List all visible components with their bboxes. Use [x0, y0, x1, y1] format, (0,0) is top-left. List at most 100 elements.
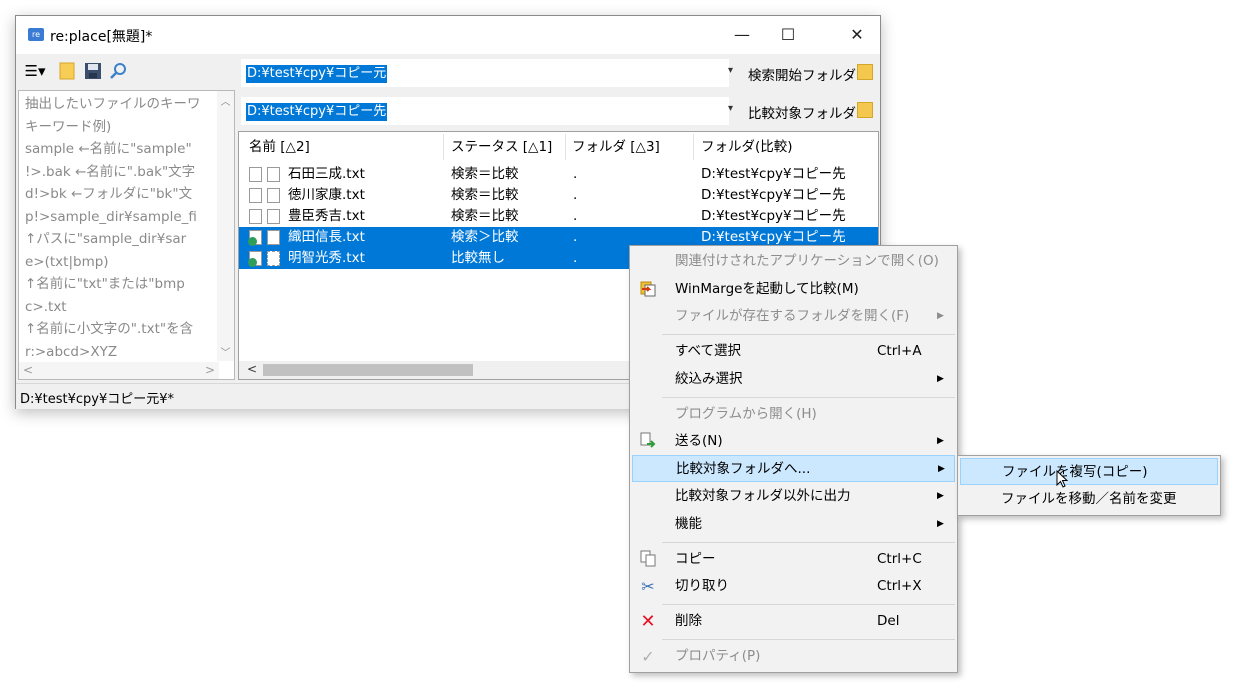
keyword-hint-box[interactable]: 抽出したいファイルのキーワ キーワード例) sample ←名前に"sample… [18, 90, 235, 380]
menu-item-output-elsewhere[interactable]: 比較対象フォルダ以外に出力 ▶ [632, 483, 955, 510]
scroll-up-icon[interactable]: ︿ [217, 93, 234, 108]
submenu-arrow-icon: ▶ [937, 519, 944, 529]
search-path-combobox[interactable]: D:¥test¥cpy¥コピー元 [240, 58, 730, 88]
menu-item-move-rename-file[interactable]: ファイルを移動／名前を変更 [960, 486, 1218, 513]
column-header-status[interactable]: ステータス [△1] [451, 132, 552, 162]
menu-item-label: コピー [675, 551, 716, 567]
hint-line: !>.bak ←名前に".bak"文字 [25, 163, 196, 180]
file-status: 比較無し [451, 250, 505, 266]
menu-item-label: ファイルを移動／名前を変更 [1001, 491, 1177, 507]
menu-icon[interactable]: ☰▾ [22, 62, 48, 80]
hint-horizontal-scrollbar[interactable]: < > [19, 362, 219, 379]
menu-item-send-to[interactable]: 送る(N) ▶ [632, 428, 955, 455]
context-menu: 関連付けされたアプリケーションで開く(O) WinMargeを起動して比較(M)… [629, 245, 958, 673]
hint-line: e>(txt|bmp) [25, 253, 109, 270]
compare-path-combobox[interactable]: D:¥test¥cpy¥コピー先 [240, 96, 730, 126]
menu-item-shortcut: Ctrl+C [877, 551, 922, 567]
folder-icon[interactable] [857, 64, 873, 80]
search-icon[interactable] [109, 62, 127, 80]
compare-folder-button[interactable]: 比較対象フォルダ [748, 102, 856, 122]
column-separator[interactable] [693, 134, 694, 160]
file-check-icon [248, 230, 262, 246]
menu-item-label: 比較対象フォルダへ... [676, 461, 811, 477]
column-header-name[interactable]: 名前 [△2] [249, 132, 310, 162]
hint-line: r:>abcd>XYZ [25, 343, 118, 360]
menu-separator [662, 639, 955, 640]
hint-vertical-scrollbar[interactable]: ︿ ﹀ [217, 91, 234, 361]
menu-item-open-containing-folder[interactable]: ファイルが存在するフォルダを開く(F) ▶ [632, 303, 955, 330]
title-bar[interactable]: re re:place[無題]* — ☐ ✕ [16, 16, 880, 54]
file-compare-folder: D:¥test¥cpy¥コピー先 [701, 187, 846, 203]
scroll-right-icon[interactable]: > [205, 363, 215, 377]
hint-line: 抽出したいファイルのキーワ [25, 96, 201, 112]
menu-separator [662, 334, 955, 335]
menu-item-winmerge[interactable]: WinMargeを起動して比較(M) [632, 276, 955, 303]
file-name: 織田信長.txt [288, 229, 365, 245]
close-button[interactable]: ✕ [834, 16, 880, 54]
table-row[interactable]: 石田三成.txt 検索＝比較 . D:¥test¥cpy¥コピー先 [239, 164, 878, 185]
menu-item-label: 削除 [675, 613, 702, 629]
table-row[interactable]: 豊臣秀吉.txt 検索＝比較 . D:¥test¥cpy¥コピー先 [239, 206, 878, 227]
file-folder: . [573, 187, 578, 203]
table-row[interactable]: 徳川家康.txt 検索＝比較 . D:¥test¥cpy¥コピー先 [239, 185, 878, 206]
maximize-button[interactable]: ☐ [765, 16, 811, 54]
check-icon: ✓ [641, 647, 655, 666]
window-title: re:place[無題]* [50, 29, 153, 45]
compare-folder-submenu: ファイルを複写(コピー) ファイルを移動／名前を変更 [957, 455, 1221, 516]
menu-item-label: ファイルを複写(コピー) [1002, 464, 1148, 480]
menu-item-label: 切り取り [675, 578, 729, 594]
hint-line: sample ←名前に"sample" [25, 141, 192, 157]
chevron-down-icon[interactable]: ▾ [728, 65, 733, 76]
menu-item-open-with[interactable]: プログラムから開く(H) [632, 401, 955, 428]
menu-item-label: 絞込み選択 [675, 371, 743, 387]
file-name: 豊臣秀吉.txt [288, 208, 365, 224]
menu-item-to-compare-folder[interactable]: 比較対象フォルダへ... ▶ [632, 455, 955, 482]
hint-line: ↑パスに"sample_dir¥sar [25, 231, 187, 247]
scroll-down-icon[interactable]: ﹀ [217, 344, 234, 359]
submenu-arrow-icon: ▶ [937, 311, 944, 321]
column-separator[interactable] [565, 134, 566, 160]
folder-icon[interactable] [857, 102, 873, 118]
chevron-down-icon[interactable]: ▾ [728, 103, 733, 114]
menu-item-select-all[interactable]: すべて選択 Ctrl+A [632, 338, 955, 365]
menu-separator [662, 397, 955, 398]
mouse-pointer-icon [1056, 470, 1068, 488]
hint-line: ↑名前に小文字の".txt"を含 [25, 321, 194, 337]
keyword-hint-text: 抽出したいファイルのキーワ キーワード例) sample ←名前に"sample… [25, 93, 201, 363]
menu-item-label: WinMargeを起動して比較(M) [675, 281, 859, 297]
submenu-arrow-icon: ▶ [937, 374, 944, 384]
column-header-folder[interactable]: フォルダ [△3] [572, 132, 660, 162]
scissors-icon: ✂ [641, 577, 655, 596]
scroll-left-icon[interactable]: < [23, 363, 33, 377]
menu-item-functions[interactable]: 機能 ▶ [632, 511, 955, 538]
save-icon[interactable] [84, 62, 102, 80]
open-folder-icon[interactable] [58, 62, 76, 80]
minimize-button[interactable]: — [719, 16, 765, 54]
menu-separator [662, 604, 955, 605]
menu-item-open-associated[interactable]: 関連付けされたアプリケーションで開く(O) [632, 248, 955, 275]
column-header-compare-folder[interactable]: フォルダ(比較) [701, 132, 793, 162]
file-icon [267, 167, 280, 182]
menu-item-properties[interactable]: ✓ プロパティ(P) [632, 643, 955, 670]
menu-item-copy-file[interactable]: ファイルを複写(コピー) [960, 458, 1218, 485]
file-icon [267, 230, 280, 245]
file-folder: . [573, 166, 578, 182]
scrollbar-thumb[interactable] [263, 364, 473, 376]
menu-item-shortcut: Ctrl+X [877, 578, 922, 594]
menu-item-filter-select[interactable]: 絞込み選択 ▶ [632, 366, 955, 393]
status-path: D:¥test¥cpy¥コピー元¥* [20, 392, 175, 407]
app-icon: re [28, 28, 44, 41]
menu-item-label: プロパティ(P) [675, 648, 761, 664]
menu-item-copy[interactable]: コピー Ctrl+C [632, 546, 955, 573]
column-separator[interactable] [443, 134, 444, 160]
winmerge-icon [638, 276, 658, 306]
file-icon [267, 209, 280, 224]
menu-item-cut[interactable]: ✂ 切り取り Ctrl+X [632, 573, 955, 600]
menu-item-delete[interactable]: ✕ 削除 Del [632, 608, 955, 635]
search-start-folder-button[interactable]: 検索開始フォルダ [748, 64, 856, 84]
file-icon [249, 167, 262, 182]
scroll-left-icon[interactable]: < [247, 362, 257, 376]
search-path-row: D:¥test¥cpy¥コピー元 ▾ 検索開始フォルダ [240, 58, 880, 88]
file-folder: . [573, 250, 578, 266]
file-compare-folder: D:¥test¥cpy¥コピー先 [701, 166, 846, 182]
